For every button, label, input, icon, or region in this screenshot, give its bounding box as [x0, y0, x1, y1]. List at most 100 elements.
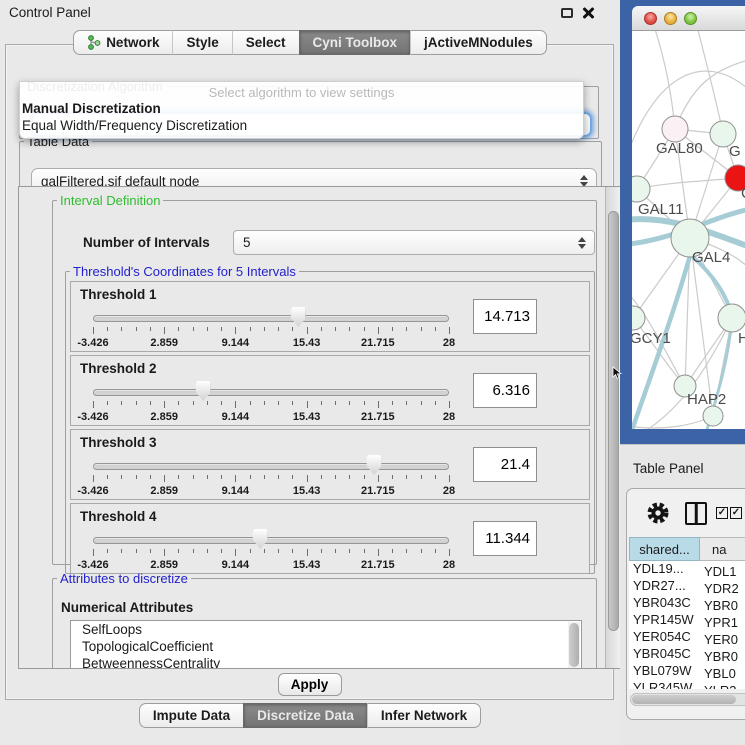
interval-definition-group: Interval Definition Number of Intervals … [52, 193, 597, 565]
network-edge [632, 416, 713, 428]
tab-impute-data[interactable]: Impute Data [139, 703, 243, 728]
stepper-arrows-icon [578, 237, 587, 249]
table-rows: YDL19...YDL1YDR27...YDR2YBR043CYBR0YPR14… [629, 561, 745, 689]
table-row[interactable]: YLR345WYLR3 [629, 680, 745, 689]
cell-shared: YDL19... [629, 561, 698, 576]
tab-infer-network[interactable]: Infer Network [367, 703, 481, 728]
threshold-slider[interactable]: -3.4262.8599.14415.4321.71528 [93, 306, 449, 352]
cell-name: YBR0 [698, 598, 738, 613]
minimize-traffic-light-icon[interactable] [664, 12, 677, 25]
float-window-icon[interactable] [561, 8, 573, 18]
top-tab-bar: Network Style Select Cyni Toolbox jActiveMNo… [0, 30, 620, 55]
table-row[interactable]: YER054CYER0 [629, 629, 745, 646]
network-window-titlebar[interactable] [632, 6, 745, 31]
column-header-shared[interactable]: shared... [629, 537, 700, 561]
table-row[interactable]: YDR27...YDR2 [629, 578, 745, 595]
network-canvas[interactable]: GAL80GCGAL11GAL4GCY1HHAP2 [632, 31, 745, 429]
tab-label: Infer Network [381, 708, 467, 723]
table-row[interactable]: YDL19...YDL1 [629, 561, 745, 578]
threshold-value-input[interactable] [473, 521, 537, 556]
numerical-attributes-list[interactable]: SelfLoopsTopologicalCoefficientBetweenne… [70, 620, 582, 669]
scrollbar-thumb[interactable] [632, 695, 736, 704]
column-header-name[interactable]: na [700, 537, 745, 561]
close-traffic-light-icon[interactable] [644, 12, 657, 25]
table-row[interactable]: YBR045CYBR0 [629, 646, 745, 663]
threshold-panel-3: Threshold 3 -3.4262.8599.14415.4321.71528 [70, 429, 590, 500]
cell-shared: YBR043C [629, 595, 698, 610]
node-table: shared... na YDL19...YDL1YDR27...YDR2YBR… [629, 537, 745, 689]
slider-thumb[interactable] [196, 381, 211, 401]
split-columns-icon[interactable] [685, 502, 707, 525]
threshold-list: Threshold 1-3.4262.8599.14415.4321.71528… [66, 281, 594, 574]
number-of-intervals-select[interactable]: 5 [233, 230, 595, 255]
cell-name: YER0 [698, 632, 738, 647]
control-panel: Control Panel Network Style Select Cyni Too… [0, 0, 620, 745]
tab-discretize-data[interactable]: Discretize Data [243, 703, 367, 728]
scrollbar-thumb[interactable] [608, 211, 619, 631]
cell-shared: YDR27... [629, 578, 698, 593]
window-title: Control Panel [9, 5, 91, 20]
attributes-group: Attributes to discretize Numerical Attri… [52, 571, 597, 669]
attribute-item-topologicalcoefficient[interactable]: TopologicalCoefficient [71, 638, 581, 655]
checkbox-icon[interactable]: ✓ [716, 507, 728, 519]
threshold-value-input[interactable] [473, 373, 537, 408]
network-view-window: GAL80GCGAL11GAL4GCY1HHAP2 [620, 0, 745, 444]
slider-ticks [93, 475, 449, 483]
threshold-value-input[interactable] [473, 299, 537, 334]
node-label: G [729, 143, 741, 160]
cell-name: YPR1 [698, 615, 738, 630]
cell-name: YBR0 [698, 649, 738, 664]
algorithm-popup-hint: Select algorithm to view settings [20, 82, 583, 100]
tab-label: Style [186, 35, 218, 50]
cell-shared: YER054C [629, 629, 698, 644]
number-of-intervals-value: 5 [243, 235, 251, 250]
attributes-scrollbar[interactable] [568, 622, 580, 669]
threshold-label: Threshold 3 [80, 435, 157, 450]
threshold-slider[interactable]: -3.4262.8599.14415.4321.71528 [93, 454, 449, 500]
apply-button[interactable]: Apply [278, 673, 342, 696]
node-label: HAP2 [687, 391, 726, 408]
network-edge [637, 178, 738, 189]
algorithm-option-manual-discretization[interactable]: Manual Discretization [20, 100, 583, 117]
thresholds-group: Threshold's Coordinates for 5 Intervals … [65, 264, 595, 574]
tab-style[interactable]: Style [172, 30, 231, 55]
cell-shared: YBL079W [629, 663, 698, 678]
tab-jactivemnodules[interactable]: jActiveMNodules [410, 30, 547, 55]
slider-thumb[interactable] [291, 307, 306, 327]
control-panel-titlebar: Control Panel [0, 0, 620, 26]
slider-thumb[interactable] [367, 455, 382, 475]
close-icon[interactable] [582, 7, 594, 19]
attribute-item-selfloops[interactable]: SelfLoops [71, 621, 581, 638]
network-node-gcy1[interactable] [632, 306, 645, 330]
thresholds-legend: Threshold's Coordinates for 5 Intervals [70, 264, 299, 279]
tab-cyni-toolbox[interactable]: Cyni Toolbox [299, 30, 411, 55]
horizontal-scrollbar[interactable] [630, 693, 745, 706]
tab-label: Cyni Toolbox [313, 35, 398, 50]
algorithm-option-equal-width-frequency-discretization[interactable]: Equal Width/Frequency Discretization [20, 117, 583, 134]
node-label: C [741, 185, 745, 202]
threshold-value-input[interactable] [473, 447, 537, 482]
attribute-item-betweennesscentrality[interactable]: BetweennessCentrality [71, 655, 581, 669]
zoom-traffic-light-icon[interactable] [684, 12, 697, 25]
gear-icon[interactable] [646, 501, 670, 525]
slider-ticks [93, 549, 449, 557]
network-node-h[interactable] [718, 304, 745, 332]
checkbox-icon[interactable]: ✓ [730, 507, 742, 519]
threshold-slider[interactable]: -3.4262.8599.14415.4321.71528 [93, 380, 449, 426]
network-icon [87, 35, 101, 50]
network-node-gal80[interactable] [662, 116, 688, 142]
number-of-intervals-label: Number of Intervals [83, 235, 210, 250]
cell-name: YBL0 [698, 666, 736, 681]
tab-network[interactable]: Network [73, 30, 172, 55]
vertical-scrollbar[interactable] [605, 187, 621, 668]
threshold-label: Threshold 2 [80, 361, 157, 376]
numerical-attributes-label: Numerical Attributes [61, 600, 193, 615]
threshold-slider[interactable]: -3.4262.8599.14415.4321.71528 [93, 528, 449, 574]
table-row[interactable]: YPR145WYPR1 [629, 612, 745, 629]
tab-select[interactable]: Select [232, 30, 299, 55]
table-row[interactable]: YBR043CYBR0 [629, 595, 745, 612]
table-row[interactable]: YBL079WYBL0 [629, 663, 745, 680]
table-panel-title: Table Panel [633, 461, 704, 476]
slider-thumb[interactable] [253, 529, 268, 549]
network-node[interactable] [703, 406, 723, 426]
